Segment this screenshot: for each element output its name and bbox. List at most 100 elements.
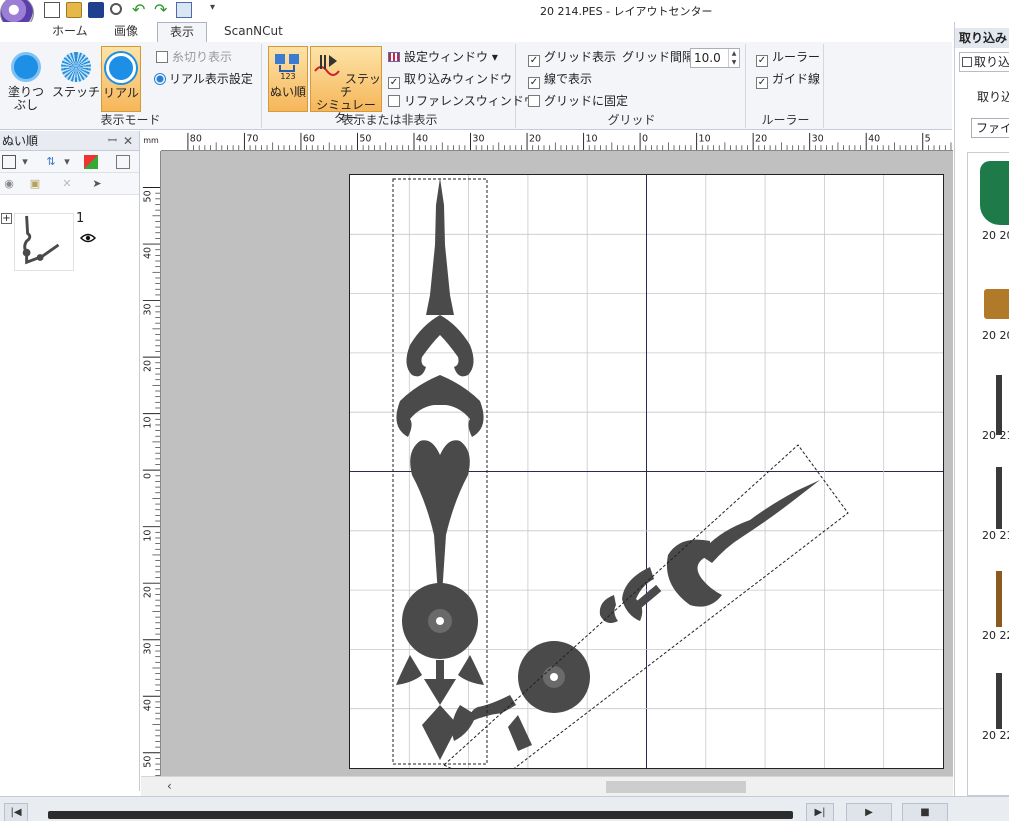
import-source-combo[interactable]: ファイル	[971, 118, 1009, 138]
ruler-label: 30	[812, 133, 824, 144]
save-icon[interactable]	[88, 2, 104, 18]
ruler-checkbox[interactable]: ルーラー	[756, 48, 820, 67]
title-bar: ↶ ↷ ▾ 20 214.PES - レイアウトセンター	[0, 0, 1009, 30]
file-thumbnail[interactable]	[996, 467, 1002, 529]
ruler-label: 20	[143, 360, 154, 372]
sew-order-number: 1	[76, 211, 85, 226]
select-all-icon[interactable]	[176, 2, 192, 18]
tab-view[interactable]: 表示	[157, 22, 208, 43]
file-thumbnail[interactable]	[996, 571, 1002, 627]
sew-order-panel-title: ぬい順	[2, 134, 39, 148]
horizontal-scrollbar[interactable]: ‹	[141, 776, 953, 796]
line-display-checkbox[interactable]: 線で表示	[528, 70, 592, 89]
sew-order-thumbnail[interactable]	[14, 213, 74, 271]
ruler-label: 0	[642, 133, 648, 144]
design-canvas[interactable]	[349, 174, 944, 788]
scroll-left-icon[interactable]: ‹	[167, 779, 172, 793]
show-hide-group-label: 表示または非表示	[341, 113, 438, 127]
file-label: 20 20	[982, 229, 1009, 242]
thread-cut-checkbox[interactable]: 糸切り表示	[156, 48, 232, 66]
import-window-checkbox[interactable]: 取り込みウィンドウ	[388, 70, 512, 89]
eye-icon[interactable]	[80, 233, 96, 243]
scrollbar-thumb[interactable]	[606, 781, 746, 793]
jump-start-icon[interactable]: |◀	[4, 803, 28, 821]
undo-icon[interactable]: ↶	[132, 2, 148, 18]
stitch-progress-slider[interactable]	[48, 811, 793, 819]
tab-scanncut[interactable]: ScanNCut	[212, 22, 295, 42]
ribbon-tabs: ホーム 画像 表示 ScanNCut	[0, 22, 1009, 43]
pin-icon[interactable]: ꟷ	[108, 131, 117, 151]
grid-spacing-input[interactable]: 10.0 ▲ ▼	[690, 48, 740, 68]
ruler-label: 20	[529, 133, 541, 144]
ruler-label: 10	[699, 133, 711, 144]
sew-order-panel: ぬい順 ꟷ ✕ ▾ ⇅ ▾ ◉ ▣ ✕ ➤ + 1	[0, 131, 140, 791]
stitch-mode-button[interactable]: ステッチ	[52, 46, 100, 108]
sort-order-icon[interactable]: ⇅	[44, 155, 58, 169]
file-thumbnail[interactable]	[996, 375, 1002, 435]
embroidery-design[interactable]	[350, 175, 943, 788]
tab-home[interactable]: ホーム	[40, 22, 100, 42]
ruler-label: 70	[246, 133, 258, 144]
play-icon[interactable]: ▶	[846, 803, 892, 821]
open-folder-icon[interactable]	[66, 2, 82, 18]
design-work-area[interactable]: mm 80 70 60 50 40 30 20 10 0 10 20 30 40 5 50 40 30 20 10…	[141, 131, 953, 788]
import-panel: 取り込み 取り込 取り込 ファイル 20 20 20 20 20 21 20 2…	[954, 22, 1009, 796]
grid-group-label: グリッド	[607, 113, 656, 127]
ribbon: 塗りつぶし ステッチ リアル 糸切り表示 リアル表示設定 表示モード 123 ぬ…	[0, 42, 952, 130]
sew-order-item[interactable]: + 1	[0, 211, 138, 275]
ruler-label: 40	[143, 247, 154, 259]
fill-mode-button[interactable]: 塗りつぶし	[2, 46, 50, 112]
window-title: 20 214.PES - レイアウトセンター	[540, 5, 713, 18]
select-pointer-icon[interactable]: ➤	[90, 177, 104, 191]
view-dropdown-icon[interactable]: ▾	[18, 155, 32, 169]
stitch-simulator-button[interactable]: ステッチ シミュレーター	[310, 46, 382, 125]
sew-order-toolbar-2: ◉ ▣ ✕ ➤	[0, 173, 139, 195]
real-settings-radio[interactable]: リアル表示設定	[154, 70, 253, 88]
snap-grid-checkbox[interactable]: グリッドに固定	[528, 92, 628, 110]
ruler-label: 40	[416, 133, 428, 144]
file-label: 20 21	[982, 529, 1009, 542]
jump-end-icon[interactable]: ▶|	[806, 803, 834, 821]
sew-order-button[interactable]: 123 ぬい順	[268, 46, 308, 112]
redo-icon[interactable]: ↷	[154, 2, 170, 18]
new-file-icon[interactable]	[44, 2, 60, 18]
ruler-label: 20	[755, 133, 767, 144]
ruler-label: 0	[143, 473, 154, 479]
color-merge-icon[interactable]	[84, 155, 98, 169]
visibility-icon[interactable]: ◉	[2, 177, 16, 191]
show-grid-checkbox[interactable]: グリッド表示	[528, 48, 616, 67]
zoom-icon[interactable]	[110, 3, 122, 15]
fit-view-icon[interactable]	[2, 155, 16, 169]
delete-icon[interactable]: ✕	[60, 177, 74, 191]
import-panel-tab[interactable]: 取り込	[959, 52, 1009, 72]
sew-order-panel-header: ぬい順 ꟷ ✕	[0, 131, 139, 151]
ruler-label: 30	[143, 303, 154, 315]
expand-icon[interactable]: +	[1, 213, 12, 224]
file-thumbnail[interactable]	[980, 161, 1009, 225]
horizontal-ruler[interactable]: 80 70 60 50 40 30 20 10 0 10 20 30 40 5	[141, 131, 953, 151]
lock-icon[interactable]: ▣	[28, 177, 42, 191]
stitch-playback-bar: |◀ ▶| ▶ ■	[0, 796, 1009, 821]
close-panel-icon[interactable]: ✕	[123, 131, 133, 151]
sew-order-icon: 123	[275, 54, 299, 81]
sort-dropdown-icon[interactable]: ▾	[60, 155, 74, 169]
file-label: 20 21	[982, 429, 1009, 442]
file-label: 20 22	[982, 729, 1009, 742]
vertical-ruler[interactable]: 50 40 30 20 10 0 10 20 30 40 50	[141, 151, 161, 776]
real-mode-button[interactable]: リアル	[101, 46, 141, 112]
grid-spacing-stepper[interactable]: ▲ ▼	[728, 49, 739, 67]
ruler-unit: mm	[141, 131, 161, 151]
settings-window-dropdown[interactable]: 設定ウィンドウ ▾	[388, 48, 498, 66]
ruler-label: 50	[143, 190, 154, 202]
import-file-list[interactable]: 20 20 20 20 20 21 20 21 20 22 20 22	[967, 152, 1009, 796]
reference-window-checkbox[interactable]: リファレンスウィンドウ	[388, 92, 536, 110]
customize-qat-icon[interactable]: ▾	[210, 2, 226, 18]
stop-icon[interactable]: ■	[902, 803, 948, 821]
ruler-label: 10	[143, 416, 154, 428]
frame-icon[interactable]	[116, 155, 130, 169]
guide-line-checkbox[interactable]: ガイド線	[756, 70, 820, 89]
file-thumbnail[interactable]	[984, 289, 1009, 319]
file-thumbnail[interactable]	[996, 673, 1002, 729]
show-hide-group: 123 ぬい順 ステッチ シミュレーター 設定ウィンドウ ▾ 取り込みウィンドウ	[264, 44, 536, 128]
tab-image[interactable]: 画像	[102, 22, 150, 42]
